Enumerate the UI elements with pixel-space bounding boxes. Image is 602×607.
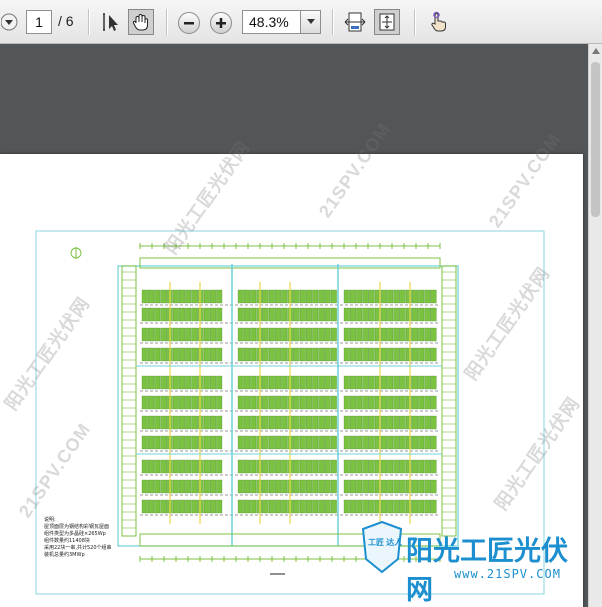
zoom-level-input[interactable]: 48.3%: [242, 10, 300, 34]
zoom-in-button[interactable]: [210, 12, 232, 34]
zoom-in-icon: [216, 18, 226, 28]
zoom-out-button[interactable]: [178, 12, 200, 34]
scrollbar-thumb[interactable]: [591, 62, 600, 217]
toolbar-divider: [414, 9, 416, 35]
site-logo: 工匠 达人 阳光工匠光伏网 www.21SPV.COM: [362, 521, 590, 606]
vertical-scrollbar[interactable]: [588, 44, 602, 607]
toolbar-divider: [332, 9, 334, 35]
page-number-input[interactable]: 1: [26, 10, 52, 34]
touch-read-icon: [431, 11, 446, 32]
toolbar: 1 / 6 48.3%: [0, 0, 602, 44]
scroll-up-icon[interactable]: [592, 48, 600, 54]
fit-width-icon: [344, 12, 366, 32]
hand-tool-button[interactable]: [128, 9, 154, 35]
logo-badge-text: 工匠 达人: [368, 538, 403, 547]
text-select-icon: [103, 13, 118, 31]
drawing-note: 屋顶面层为钢结构彩钢瓦屋面: [44, 523, 109, 530]
drawing-note: 组件数量约11408块: [44, 537, 90, 544]
drawing-note: 说明:: [44, 516, 56, 523]
toolbar-divider: [166, 9, 168, 35]
down-arrow-icon: [1, 13, 18, 31]
toolbar-divider: [88, 9, 90, 35]
logo-url: www.21SPV.COM: [454, 567, 561, 581]
chevron-down-icon: [306, 19, 315, 24]
fit-page-icon: [379, 13, 395, 31]
page-total: / 6: [58, 13, 74, 29]
zoom-out-icon: [184, 22, 194, 25]
zoom-dropdown-button[interactable]: [300, 10, 321, 34]
drawing-note: 采用22块一串,共计520个组串: [44, 544, 112, 551]
select-tool-button[interactable]: [98, 10, 122, 34]
drawing-note: 组件类型为多晶硅×265Wp: [44, 530, 106, 537]
fit-width-button[interactable]: [343, 10, 367, 34]
fit-page-button[interactable]: [374, 9, 400, 35]
hand-tool-icon: [132, 13, 148, 31]
drawing-note: 装机总量约3MWp: [44, 551, 85, 558]
next-page-button[interactable]: [0, 10, 20, 34]
touch-mode-button[interactable]: [426, 10, 450, 34]
